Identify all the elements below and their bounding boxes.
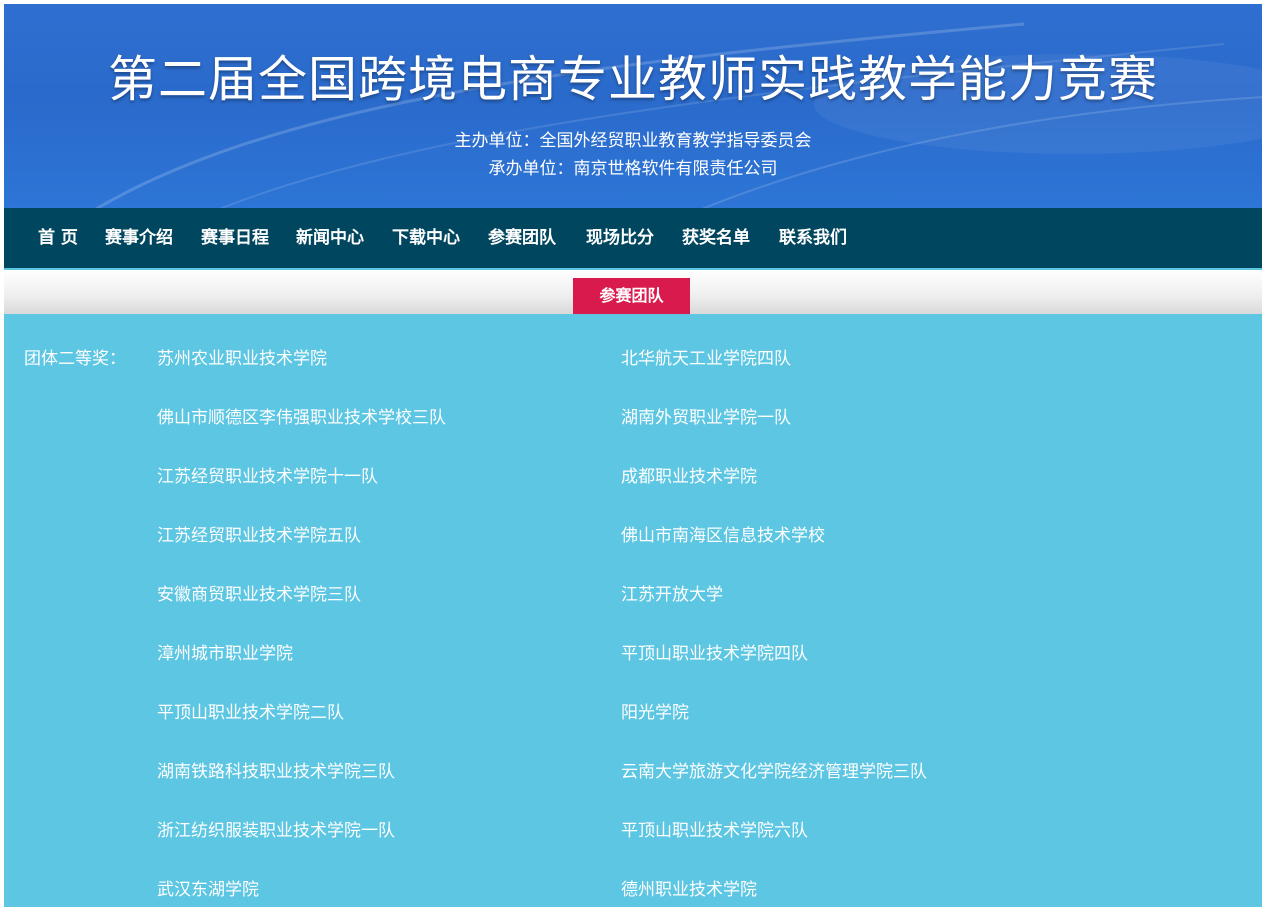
team-right-3: 成都职业技术学院 xyxy=(621,467,757,487)
team-right-7: 阳光学院 xyxy=(621,703,689,723)
nav-contact[interactable]: 联系我们 xyxy=(779,208,847,268)
team-right-1: 北华航天工业学院四队 xyxy=(621,349,791,369)
award-category-label: 团体二等奖： xyxy=(24,349,126,369)
nav-news[interactable]: 新闻中心 xyxy=(296,208,364,268)
nav-winners[interactable]: 获奖名单 xyxy=(682,208,750,268)
team-left-9: 浙江纺织服装职业技术学院一队 xyxy=(157,821,395,841)
page-frame: 第二届全国跨境电商专业教师实践教学能力竞赛 主办单位：全国外经贸职业教育教学指导… xyxy=(4,4,1262,907)
team-left-2: 佛山市顺德区李伟强职业技术学校三队 xyxy=(157,408,446,428)
team-right-4: 佛山市南海区信息技术学校 xyxy=(621,526,825,546)
team-left-4: 江苏经贸职业技术学院五队 xyxy=(157,526,361,546)
host-text: 承办单位：南京世格软件有限责任公司 xyxy=(488,159,778,179)
team-left-5: 安徽商贸职业技术学院三队 xyxy=(157,585,361,605)
team-left-1: 苏州农业职业技术学院 xyxy=(157,349,327,369)
team-left-6: 漳州城市职业学院 xyxy=(157,644,293,664)
tab-teams[interactable]: 参赛团队 xyxy=(573,278,690,314)
team-left-3: 江苏经贸职业技术学院十一队 xyxy=(157,467,378,487)
nav-home[interactable]: 首 页 xyxy=(38,208,78,268)
team-left-10: 武汉东湖学院 xyxy=(157,880,259,900)
team-right-6: 平顶山职业技术学院四队 xyxy=(621,644,808,664)
nav-downloads[interactable]: 下载中心 xyxy=(392,208,460,268)
main-nav: 首 页 赛事介绍 赛事日程 新闻中心 下载中心 参赛团队 现场比分 获奖名单 联… xyxy=(4,208,1262,268)
team-right-9: 平顶山职业技术学院六队 xyxy=(621,821,808,841)
page-title: 第二届全国跨境电商专业教师实践教学能力竞赛 xyxy=(107,51,1158,108)
team-left-8: 湖南铁路科技职业技术学院三队 xyxy=(157,762,395,782)
nav-teams[interactable]: 参赛团队 xyxy=(488,208,556,268)
team-right-5: 江苏开放大学 xyxy=(621,585,723,605)
nav-live-score[interactable]: 现场比分 xyxy=(586,208,654,268)
section-tab-bar: 参赛团队 xyxy=(4,270,1262,314)
nav-schedule[interactable]: 赛事日程 xyxy=(201,208,269,268)
team-left-7: 平顶山职业技术学院二队 xyxy=(157,703,344,723)
team-right-10: 德州职业技术学院 xyxy=(621,880,757,900)
nav-intro[interactable]: 赛事介绍 xyxy=(105,208,173,268)
organizer-text: 主办单位：全国外经贸职业教育教学指导委员会 xyxy=(454,131,812,151)
team-right-8: 云南大学旅游文化学院经济管理学院三队 xyxy=(621,762,927,782)
team-right-2: 湖南外贸职业学院一队 xyxy=(621,408,791,428)
award-list: 团体二等奖： 苏州农业职业技术学院 佛山市顺德区李伟强职业技术学校三队 江苏经贸… xyxy=(4,314,1262,907)
header-banner: 第二届全国跨境电商专业教师实践教学能力竞赛 主办单位：全国外经贸职业教育教学指导… xyxy=(4,4,1262,208)
